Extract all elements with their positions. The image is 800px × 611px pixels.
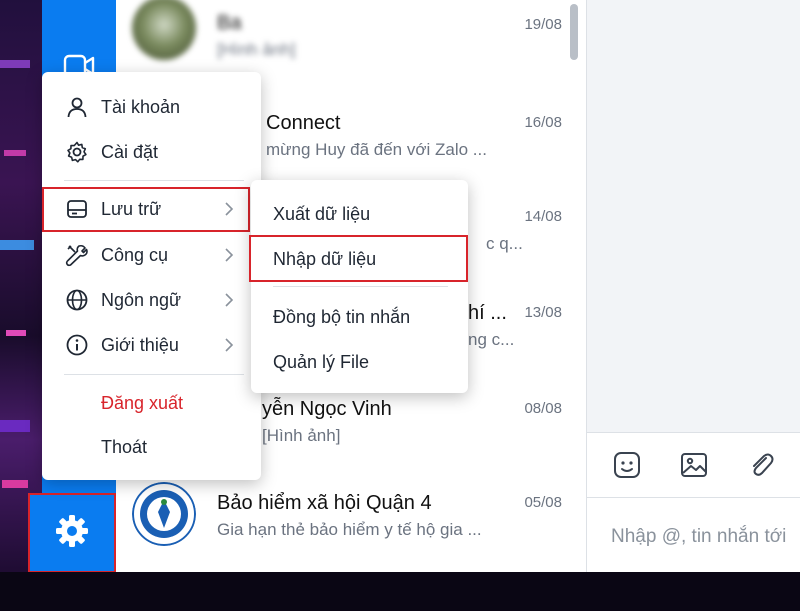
submenu-item-export[interactable]: Xuất dữ liệu — [251, 192, 468, 236]
globe-icon — [64, 287, 90, 313]
message-input[interactable]: Nhập @, tin nhắn tới — [587, 498, 800, 572]
menu-divider — [64, 374, 244, 375]
tools-icon — [64, 242, 90, 268]
menu-divider — [273, 286, 448, 287]
chat-panel: Nhập @, tin nhắn tới — [586, 0, 800, 572]
gear-icon — [64, 139, 90, 165]
image-icon[interactable] — [676, 447, 712, 483]
conversation-preview: Gia hạn thẻ bảo hiểm y tế hộ gia ... — [217, 520, 482, 539]
conversation-date: 19/08 — [524, 16, 562, 33]
conversation-preview: mừng Huy đã đến với Zalo ... — [266, 140, 487, 159]
menu-item-about[interactable]: Giới thiệu — [42, 323, 261, 367]
conversation-name: yễn Ngọc Vinh — [262, 398, 392, 420]
conversation-date: 13/08 — [524, 304, 562, 321]
avatar — [132, 0, 196, 60]
conversation-date: 16/08 — [524, 114, 562, 131]
menu-item-account[interactable]: Tài khoản — [42, 85, 261, 129]
chat-toolbar — [587, 432, 800, 498]
menu-label: Đăng xuất — [101, 392, 184, 413]
menu-item-language[interactable]: Ngôn ngữ — [42, 278, 261, 322]
conversation-date: 08/08 — [524, 400, 562, 417]
conversation-scrollbar[interactable] — [570, 4, 578, 60]
menu-label: Ngôn ngữ — [101, 289, 182, 310]
conversation-item[interactable]: Bảo hiểm xã hội Quận 4 Gia hạn thẻ bảo h… — [116, 472, 578, 568]
gear-icon — [54, 513, 90, 554]
social-insurance-logo — [132, 482, 196, 546]
taskbar-strip — [0, 572, 800, 611]
chevron-right-icon — [222, 248, 236, 262]
settings-button[interactable] — [28, 493, 116, 573]
conversation-date: 05/08 — [524, 494, 562, 511]
submenu-label: Quản lý File — [273, 352, 370, 372]
conversation-preview: [Hình ảnh] — [262, 426, 341, 445]
conversation-name: Bảo hiểm xã hội Quận 4 — [217, 492, 432, 514]
attachment-icon[interactable] — [743, 447, 779, 483]
menu-divider — [64, 180, 244, 181]
conversation-date: 14/08 — [524, 208, 562, 225]
menu-label: Giới thiệu — [101, 334, 179, 355]
conversation-preview: c q... — [486, 234, 523, 253]
conversation-name: hí ... — [468, 302, 507, 324]
menu-item-settings[interactable]: Cài đặt — [42, 130, 261, 174]
menu-item-tools[interactable]: Công cụ — [42, 233, 261, 277]
submenu-item-files[interactable]: Quản lý File — [251, 340, 468, 384]
menu-label: Công cụ — [101, 244, 169, 265]
conversation-name: Ba — [217, 12, 242, 34]
conversation-preview: ng c... — [468, 330, 515, 349]
storage-highlight-box — [42, 187, 250, 232]
info-icon — [64, 332, 90, 358]
avatar — [132, 482, 196, 546]
conversation-preview: [Hình ảnh] — [217, 40, 296, 59]
user-icon — [64, 94, 90, 120]
message-input-placeholder: Nhập @, tin nhắn tới — [611, 526, 787, 547]
menu-item-logout[interactable]: Đăng xuất — [42, 381, 261, 425]
sticker-icon[interactable] — [609, 447, 645, 483]
import-highlight-box — [249, 235, 468, 282]
storage-submenu: Xuất dữ liệu Nhập dữ liệu Đồng bộ tin nh… — [251, 180, 468, 393]
menu-item-exit[interactable]: Thoát — [42, 425, 261, 469]
menu-label: Thoát — [101, 436, 148, 457]
chevron-right-icon — [222, 338, 236, 352]
menu-label: Tài khoản — [101, 96, 181, 117]
submenu-item-sync[interactable]: Đồng bộ tin nhắn — [251, 295, 468, 339]
menu-label: Cài đặt — [101, 141, 159, 162]
conversation-name: Connect — [266, 112, 341, 134]
submenu-label: Xuất dữ liệu — [273, 204, 371, 224]
settings-menu: Tài khoản Cài đặt Lưu trữ Công cụ Ngôn n… — [42, 72, 261, 480]
chevron-right-icon — [222, 293, 236, 307]
submenu-label: Đồng bộ tin nhắn — [273, 307, 411, 327]
